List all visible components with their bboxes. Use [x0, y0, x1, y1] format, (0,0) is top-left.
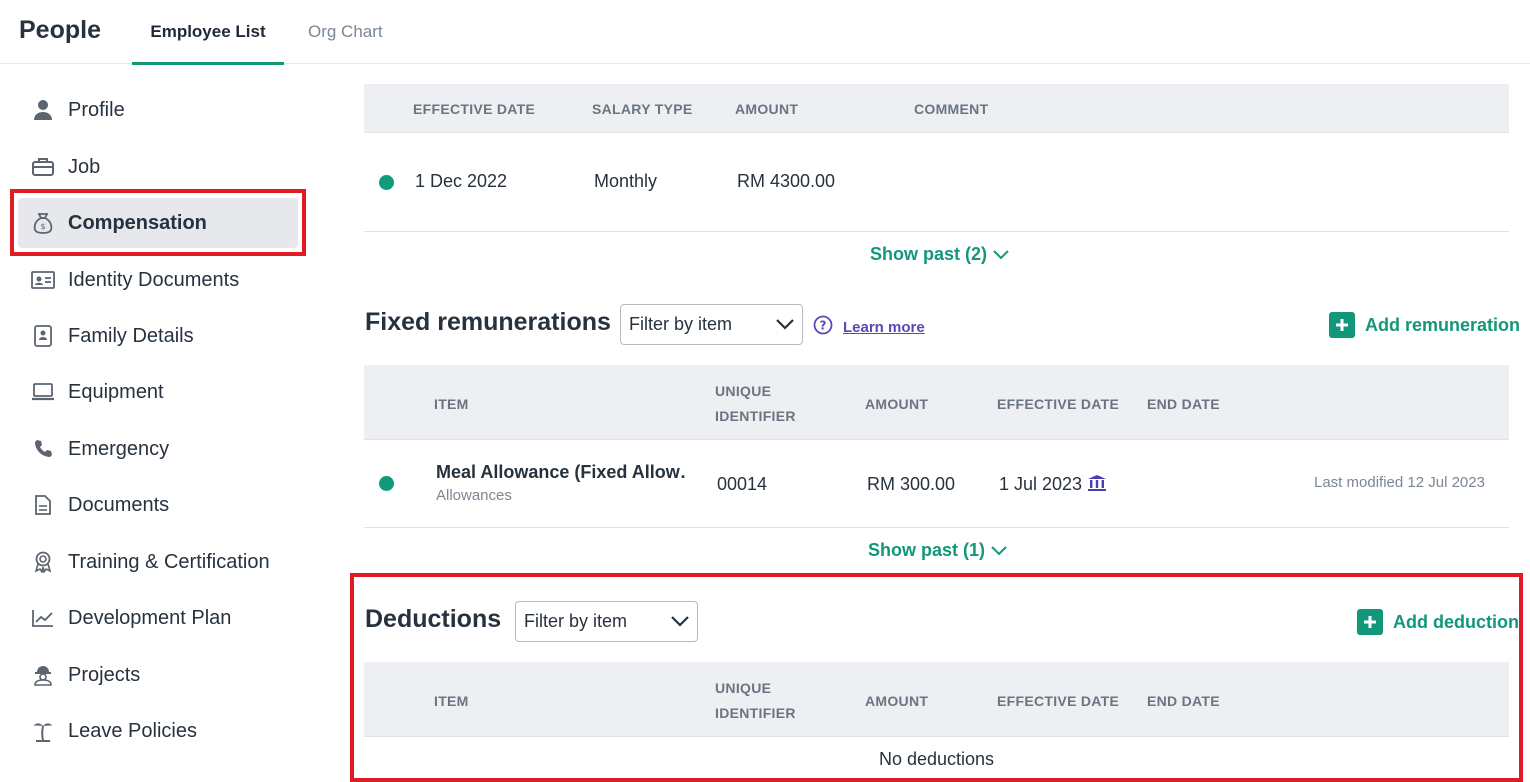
col-unique-identifier-line2: IDENTIFIER: [715, 408, 796, 424]
person-icon: [18, 99, 68, 121]
sidebar-item-label: Emergency: [68, 437, 170, 460]
help-circle-icon: ?: [813, 315, 833, 339]
remuneration-unique-identifier: 00014: [717, 474, 768, 494]
divider: [364, 231, 1509, 232]
chevron-down-icon: [776, 314, 794, 335]
bank-icon: [1087, 474, 1107, 497]
col-effective-date: EFFECTIVE DATE: [413, 101, 536, 117]
sidebar-item-leave-policies[interactable]: Leave Policies: [18, 706, 298, 756]
col-amount: AMOUNT: [865, 396, 929, 412]
palm-tree-icon: [18, 720, 68, 742]
highlight-deductions: [350, 573, 1523, 782]
show-past-label: Show past (1): [868, 540, 986, 560]
top-header: People Employee List Org Chart: [0, 0, 1530, 65]
tab-org-chart[interactable]: Org Chart: [308, 22, 383, 42]
sidebar-item-identity-documents[interactable]: Identity Documents: [18, 255, 298, 305]
sidebar-item-equipment[interactable]: Equipment: [18, 367, 298, 417]
briefcase-icon: [18, 157, 68, 177]
app-title: People: [19, 16, 101, 44]
phone-icon: [18, 439, 68, 459]
remuneration-item-name[interactable]: Meal Allowance (Fixed Allow…: [436, 462, 686, 483]
plus-icon: [1329, 312, 1355, 338]
tab-employee-list[interactable]: Employee List: [132, 22, 284, 65]
sidebar-item-label: Development Plan: [68, 606, 232, 629]
sidebar-item-label: Job: [68, 155, 101, 178]
fixed-remuneration-filter-select[interactable]: Filter by item: [620, 304, 803, 345]
trend-chart-icon: [18, 609, 68, 627]
col-unique-identifier-line1: UNIQUE: [715, 383, 772, 399]
show-past-remuneration-button[interactable]: Show past (1): [868, 540, 1007, 561]
remuneration-effective-date: 1 Jul 2023: [999, 474, 1083, 494]
fixed-remunerations-title: Fixed remunerations: [365, 308, 611, 336]
sidebar-item-profile[interactable]: Profile: [18, 85, 298, 135]
salary-type: Monthly: [594, 171, 658, 191]
filter-select-value: Filter by item: [629, 314, 733, 334]
active-status-dot: [379, 476, 394, 491]
sidebar-item-documents[interactable]: Documents: [18, 480, 298, 530]
col-end-date: END DATE: [1147, 396, 1220, 412]
divider: [364, 527, 1509, 528]
salary-table-header: EFFECTIVE DATE SALARY TYPE AMOUNT COMMEN…: [364, 84, 1509, 133]
remuneration-item-category: Allowances: [436, 487, 512, 504]
contact-book-icon: [18, 325, 68, 347]
learn-more-link[interactable]: ? Learn more: [813, 315, 925, 339]
sidebar-item-label: Leave Policies: [68, 719, 197, 742]
id-card-icon: [18, 271, 68, 289]
worker-icon: [18, 664, 68, 686]
salary-effective-date: 1 Dec 2022: [415, 171, 508, 191]
salary-amount: RM 4300.00: [737, 171, 836, 191]
award-icon: [18, 551, 68, 573]
sidebar-item-development-plan[interactable]: Development Plan: [18, 593, 298, 643]
sidebar-item-job[interactable]: Job: [18, 142, 298, 192]
sidebar-item-family-details[interactable]: Family Details: [18, 311, 298, 361]
add-remuneration-button[interactable]: Add remuneration: [1329, 312, 1520, 338]
sidebar-item-label: Documents: [68, 493, 170, 516]
show-past-salary-button[interactable]: Show past (2): [870, 244, 1009, 265]
chevron-down-icon: [991, 540, 1007, 561]
add-remuneration-label: Add remuneration: [1365, 314, 1521, 335]
fixed-remunerations-table-header: ITEM UNIQUE IDENTIFIER AMOUNT EFFECTIVE …: [364, 365, 1509, 440]
col-effective-date: EFFECTIVE DATE: [997, 396, 1120, 412]
highlight-compensation: [10, 189, 306, 256]
laptop-icon: [18, 383, 68, 401]
show-past-label: Show past (2): [870, 244, 988, 264]
sidebar-item-label: Identity Documents: [68, 268, 240, 291]
col-salary-type: SALARY TYPE: [592, 101, 693, 117]
sidebar: Profile Job $ Compensation Identity Docu…: [0, 64, 330, 782]
sidebar-item-label: Equipment: [68, 380, 164, 403]
sidebar-item-label: Profile: [68, 98, 125, 121]
sidebar-item-projects[interactable]: Projects: [18, 650, 298, 700]
col-comment: COMMENT: [914, 101, 989, 117]
sidebar-item-label: Family Details: [68, 324, 194, 347]
col-item: ITEM: [434, 396, 469, 412]
remuneration-amount: RM 300.00: [867, 474, 956, 494]
sidebar-item-label: Projects: [68, 663, 141, 686]
sidebar-item-emergency[interactable]: Emergency: [18, 424, 298, 474]
chevron-down-icon: [993, 244, 1009, 265]
sidebar-item-training-certification[interactable]: Training & Certification: [18, 537, 298, 587]
learn-more-label: Learn more: [843, 318, 925, 336]
svg-text:?: ?: [820, 319, 827, 333]
active-status-dot: [379, 175, 394, 190]
sidebar-item-label: Training & Certification: [68, 550, 270, 573]
col-amount: AMOUNT: [735, 101, 799, 117]
remuneration-last-modified: Last modified 12 Jul 2023: [1314, 474, 1485, 491]
document-icon: [18, 495, 68, 515]
